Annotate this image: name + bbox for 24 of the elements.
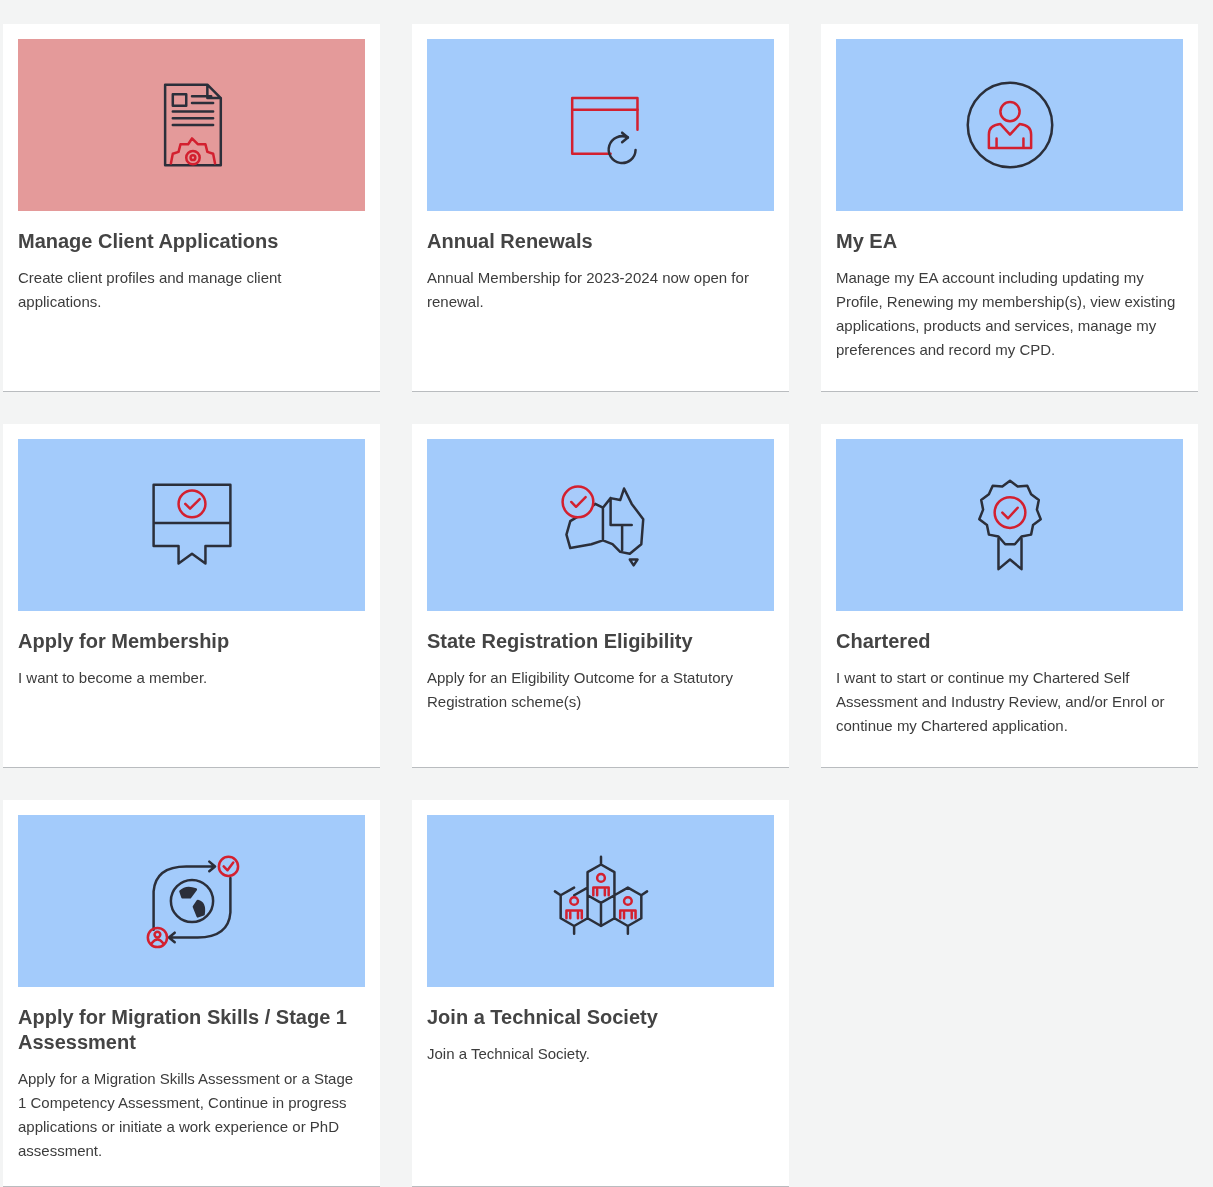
tile-card[interactable]: Apply for Membership I want to become a member. [3,424,380,768]
card-description: Apply for a Migration Skills Assessment or a Stage 1 Competency Assessment, Continue in progress applications or initiate a work experience or PhD assessment. [18,1069,355,1161]
tile-card[interactable]: Annual Renewals Annual Membership for 2023-2024 now open for renewal. [412,24,789,392]
card-title: Chartered [836,629,932,654]
card-title: State Registration Eligibility [427,629,694,654]
card-description: I want to become a member. [18,668,209,688]
card-title: My EA [836,229,899,254]
tile-card[interactable]: State Registration Eligibility Apply for an Eligibility Outcome for a Statutory Registration scheme(s) [412,424,789,768]
card-description: Annual Membership for 2023-2024 now open for renewal. [427,268,750,312]
tile-card[interactable]: Chartered I want to start or continue my Chartered Self Assessment and Industry Review, and/or Enrol or continue my Chartered application. [821,424,1198,768]
card-description: Manage my EA account including updating my Profile, Renewing my membership(s), view existing applications, products and services, manage my preferences and record my CPD. [836,268,1177,360]
card-title: Annual Renewals [427,229,594,254]
card-description: Join a Technical Society. [427,1044,591,1064]
card-title: Join a Technical Society [427,1005,659,1030]
card-title: Apply for Membership [18,629,231,654]
card-description: I want to start or continue my Chartered Self Assessment and Industry Review, and/or Enrol or continue my Chartered application. [836,668,1166,736]
tile-card[interactable]: Manage Client Applications Create client profiles and manage client applications. [3,24,380,392]
card-description: Create client profiles and manage client applications. [18,268,283,312]
card-title: Manage Client Applications [18,229,280,254]
tile-card[interactable] [3,800,380,1187]
tile-card[interactable]: Join a Technical Society Join a Technical Society. [412,800,789,1187]
card-title: Apply for Migration Skills / Stage 1 Assessment [18,1005,348,1055]
card-description: Apply for an Eligibility Outcome for a Statutory Registration scheme(s) [427,668,734,712]
tile-card[interactable]: My EA Manage my EA account including updating my Profile, Renewing my membership(s), view existing applications, products and services, manage my preferences and record my CPD. [821,24,1198,392]
